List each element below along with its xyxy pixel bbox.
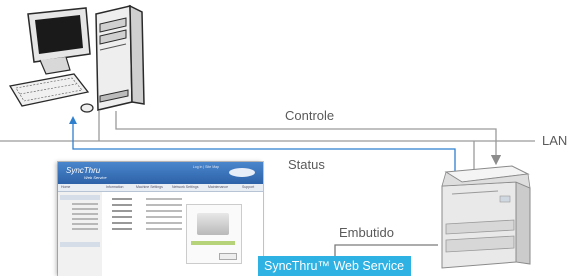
thumbnail-header-link: Log in | Site Map [192, 165, 219, 169]
controle-label: Controle [285, 108, 335, 123]
embutido-label: Embutido [339, 225, 394, 240]
thumbnail-sidebar [58, 192, 102, 276]
status-arrow-head [69, 116, 77, 124]
thumbnail-tab: Support [242, 185, 255, 189]
thumbnail-tab: Machine Settings [136, 185, 163, 189]
web-service-label: SyncThru™ Web Service [258, 256, 411, 276]
thumbnail-main [106, 194, 259, 274]
status-label: Status [288, 157, 325, 172]
thumbnail-tab: Maintenance [208, 185, 229, 189]
thumbnail-header: SyncThru Web Service Log in | Site Map [58, 162, 263, 184]
thumbnail-tab: Network Settings [172, 185, 199, 189]
computer-icon [8, 4, 145, 113]
syncthru-logo: SyncThru Web Service [66, 166, 107, 180]
web-page-thumbnail: SyncThru Web Service Log in | Site Map Ho… [58, 162, 263, 276]
thumbnail-tab: Home [61, 185, 71, 189]
thumbnail-tab: Information [106, 185, 124, 189]
thumbnail-printer-box [186, 204, 242, 264]
printer-icon [441, 165, 531, 269]
lan-label: LAN [542, 133, 568, 148]
thumbnail-tabs: Home Information Machine Settings Networ… [58, 184, 263, 192]
network-diagram: Controle LAN Status Embutido SyncThru Web… [0, 0, 577, 276]
brand-logo [229, 168, 255, 177]
